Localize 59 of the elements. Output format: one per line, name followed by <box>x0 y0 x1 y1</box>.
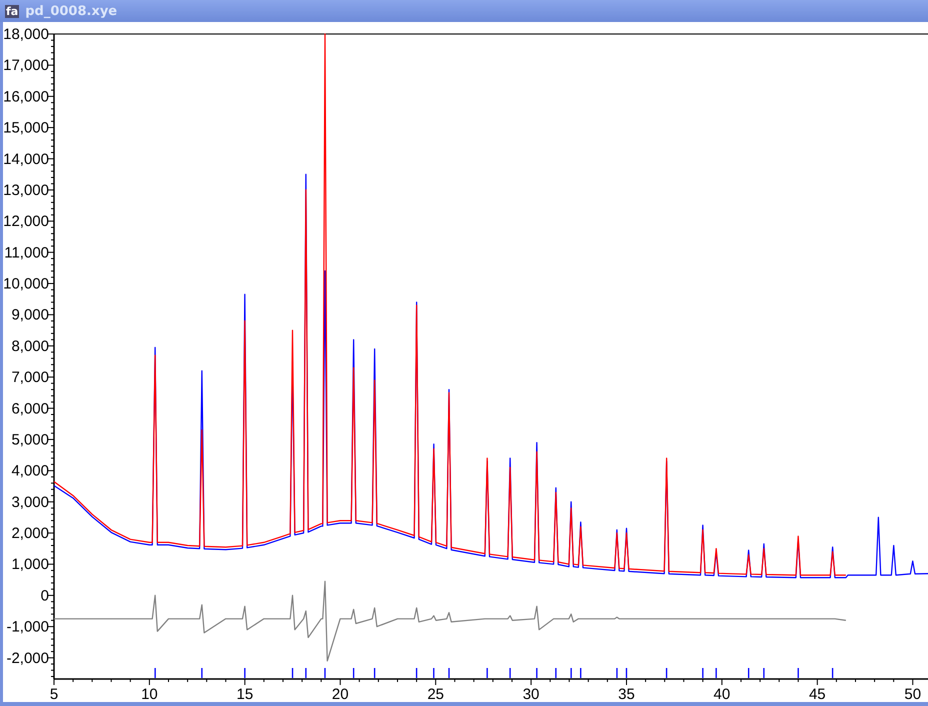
reflection-tick <box>716 668 717 678</box>
reflection-tick <box>448 668 450 678</box>
reflection-tick <box>154 668 156 678</box>
x-tick-label: 35 <box>618 686 635 702</box>
y-tick-label: 12,000 <box>3 213 49 230</box>
y-tick-label: 11,000 <box>4 244 49 262</box>
y-tick-label: 14,000 <box>3 150 49 168</box>
y-tick-label: 5,000 <box>11 431 49 448</box>
y-tick-label: 10,000 <box>3 276 49 293</box>
reflection-tick <box>616 668 618 678</box>
y-tick-label: 18,000 <box>3 26 49 43</box>
y-tick-label: -2,000 <box>6 650 49 667</box>
x-tick-label: 5 <box>50 686 58 702</box>
y-tick-label: 16,000 <box>3 88 49 106</box>
y-tick-label: 7,000 <box>11 369 49 386</box>
reflection-tick <box>536 668 538 678</box>
window-title: pd_0008.xye <box>25 4 118 18</box>
y-tick-label: 6,000 <box>11 400 49 418</box>
reflection-tick <box>244 668 246 678</box>
x-tick-label: 20 <box>332 686 349 702</box>
reflection-tick <box>798 668 799 678</box>
y-tick-label: 2,000 <box>11 525 49 542</box>
y-tick-label: 1,000 <box>11 556 49 574</box>
y-tick-label: 8,000 <box>11 338 49 355</box>
y-tick-label: 15,000 <box>3 120 49 137</box>
x-tick-label: 25 <box>427 686 444 702</box>
reflection-tick <box>201 668 203 678</box>
reflection-tick <box>580 668 582 678</box>
y-tick-label: 4,000 <box>11 462 49 480</box>
reflection-tick <box>433 668 434 678</box>
reflection-tick <box>486 668 488 678</box>
reflection-tick <box>416 668 418 678</box>
reflection-tick <box>324 668 326 678</box>
reflection-tick <box>748 668 750 678</box>
reflection-tick <box>292 668 294 678</box>
reflection-tick <box>509 668 511 678</box>
reflection-tick <box>666 668 668 678</box>
y-tick-label: 3,000 <box>11 494 49 511</box>
reflection-tick <box>702 668 704 678</box>
reflection-tick <box>352 668 354 678</box>
y-tick-label: 17,000 <box>3 57 49 74</box>
x-tick-label: 30 <box>522 686 540 702</box>
x-tick-label: 50 <box>904 686 922 702</box>
y-tick-label: 0 <box>40 587 49 604</box>
x-tick-label: 15 <box>236 686 254 702</box>
reflection-tick <box>570 668 572 678</box>
reflection-tick <box>763 668 765 678</box>
reflection-tick <box>626 668 628 678</box>
y-tick-label: 9,000 <box>11 306 49 324</box>
x-tick-label: 45 <box>808 686 826 702</box>
reflection-tick <box>832 668 834 678</box>
x-tick-label: 40 <box>714 686 730 702</box>
reflection-tick <box>555 668 557 678</box>
reflection-tick <box>374 668 376 678</box>
y-tick-label: -1,000 <box>6 618 49 636</box>
x-tick-label: 10 <box>141 686 158 702</box>
reflection-tick <box>305 668 307 678</box>
y-tick-label: 13,000 <box>3 182 49 199</box>
app-icon: fa <box>5 4 20 18</box>
